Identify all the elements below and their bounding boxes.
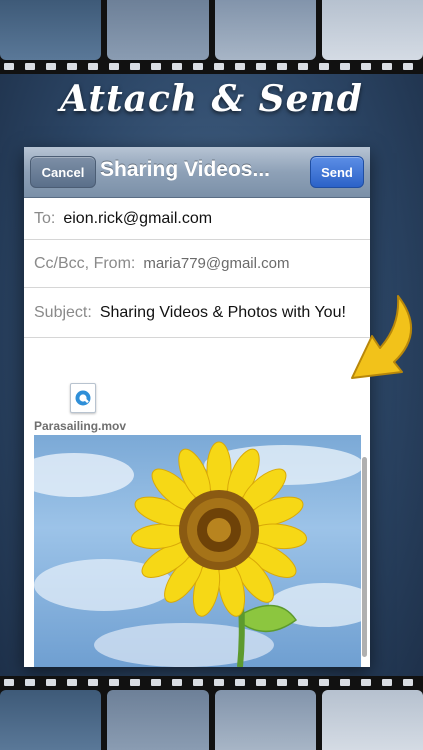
cc-bcc-from-field[interactable]: Cc/Bcc, From: maria779@gmail.com [24, 240, 370, 288]
cc-bcc-from-label: Cc/Bcc, From: [34, 254, 136, 272]
cancel-button[interactable]: Cancel [30, 156, 96, 188]
attachment-filename[interactable]: Parasailing.mov [34, 419, 126, 433]
film-frame [0, 690, 102, 750]
subject-field[interactable]: Subject: Sharing Videos & Photos with Yo… [24, 288, 370, 338]
compose-navbar: Cancel Sharing Videos... Send [24, 147, 370, 198]
film-frame [321, 0, 423, 60]
quicktime-icon[interactable] [70, 383, 96, 413]
film-frame [321, 690, 423, 750]
subject-value[interactable]: Sharing Videos & Photos with You! [100, 304, 346, 322]
to-value[interactable]: eion.rick@gmail.com [63, 210, 212, 228]
compose-title: Sharing Videos... [100, 158, 270, 181]
film-frame [107, 690, 209, 750]
compose-window: Cancel Sharing Videos... Send To: eion.r… [24, 147, 370, 667]
film-frame [107, 0, 209, 60]
film-frame [0, 0, 102, 60]
from-value[interactable]: maria779@gmail.com [143, 255, 289, 272]
send-button[interactable]: Send [310, 156, 364, 188]
headline: Attach & Send [60, 78, 363, 120]
subject-label: Subject: [34, 303, 92, 321]
to-label: To: [34, 209, 56, 227]
scrollbar[interactable] [362, 457, 367, 657]
film-sprocket-holes [4, 679, 423, 687]
to-field[interactable]: To: eion.rick@gmail.com [24, 198, 370, 240]
film-sprocket-holes [4, 63, 423, 71]
sunflower-photo [34, 435, 361, 667]
film-frame [214, 0, 316, 60]
film-strip-top [0, 0, 423, 74]
curved-arrow-icon [351, 295, 412, 379]
film-strip-bottom [0, 676, 423, 750]
film-frame [214, 690, 316, 750]
